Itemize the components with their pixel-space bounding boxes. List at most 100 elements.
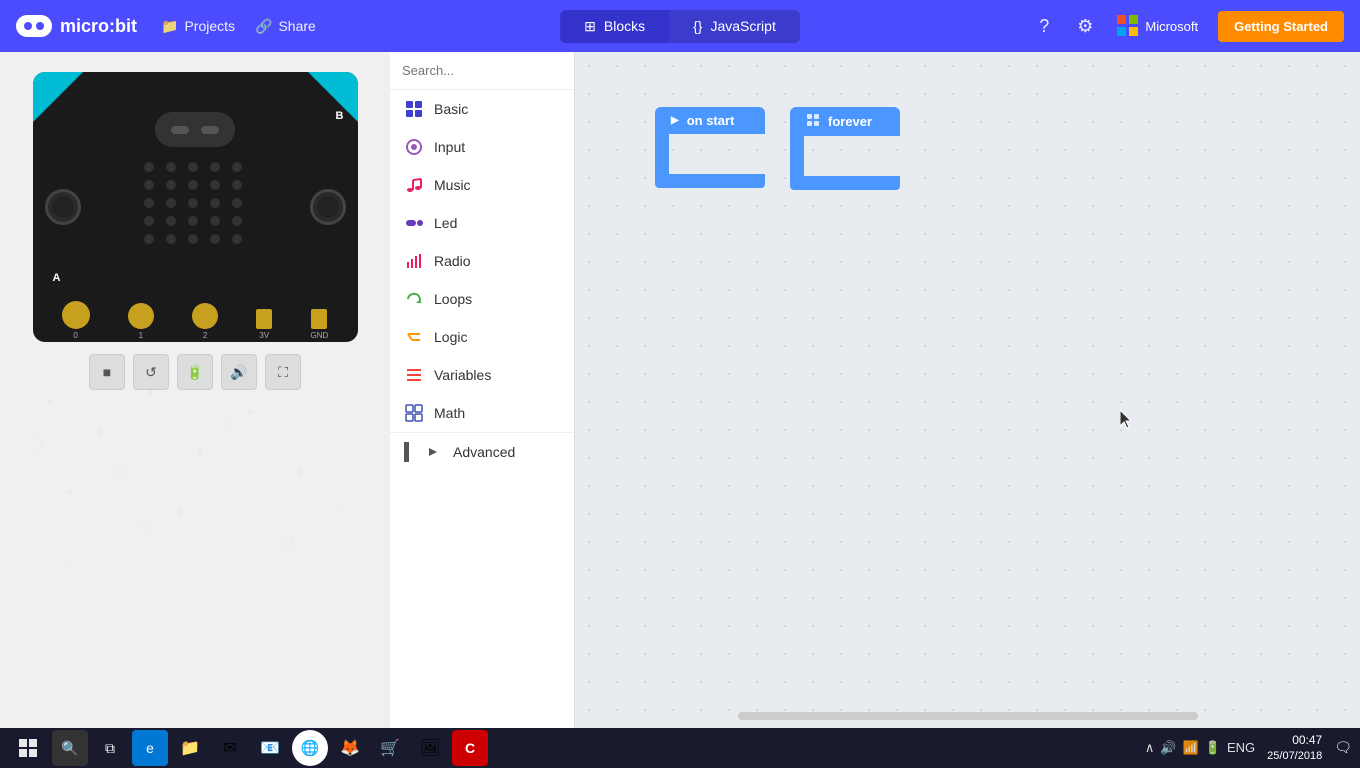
music-label: Music	[434, 177, 471, 193]
js-icon: {}	[693, 18, 702, 34]
taskbar-edge[interactable]: e	[132, 730, 168, 766]
sidebar-item-loops[interactable]: Loops	[390, 280, 574, 318]
search-input[interactable]	[402, 63, 578, 78]
music-icon	[404, 175, 424, 195]
on-start-icon: ▶	[671, 115, 679, 126]
blocks-workspace[interactable]: ▶ on start forever	[575, 52, 1360, 728]
basic-icon	[404, 99, 424, 119]
pin-2[interactable]: 2	[192, 303, 218, 340]
blocks-sidebar: 🔍 Basic Input Music Led	[390, 52, 575, 728]
svg-text:⊙: ⊙	[60, 556, 75, 576]
svg-text:0: 0	[220, 415, 231, 437]
outlook-icon: 📧	[260, 738, 280, 758]
led-0-0	[144, 162, 154, 172]
sidebar-item-basic[interactable]: Basic	[390, 90, 574, 128]
led-4-3	[210, 234, 220, 244]
logo[interactable]: micro:bit	[16, 15, 137, 37]
taskbar-app1[interactable]: 🦊	[332, 730, 368, 766]
taskbar-outlook[interactable]: 📧	[252, 730, 288, 766]
button-a-inner	[52, 196, 74, 218]
svg-text:|: |	[340, 499, 344, 516]
sidebar-item-math[interactable]: Math	[390, 394, 574, 432]
bg-svg: 0 0 0 ⊙ 0 ○ 0 ⊡ |	[0, 372, 390, 722]
simulator-panel: B	[0, 52, 390, 728]
on-start-inner	[669, 134, 749, 174]
getting-started-button[interactable]: Getting Started	[1218, 11, 1344, 42]
ms-squares-icon	[1117, 15, 1139, 37]
start-button[interactable]	[8, 728, 48, 768]
sidebar-item-logic[interactable]: Logic	[390, 318, 574, 356]
taskbar-search[interactable]: 🔍	[52, 730, 88, 766]
microsoft-logo[interactable]: Microsoft	[1117, 15, 1198, 37]
taskbar-mail[interactable]: ✉	[212, 730, 248, 766]
cursor	[1120, 410, 1132, 428]
files-icon: 📁	[180, 738, 200, 758]
firefox-icon: 🦊	[340, 738, 360, 758]
help-button[interactable]: ?	[1035, 12, 1053, 41]
led-label: Led	[434, 215, 457, 231]
taskbar-store[interactable]: 🛒	[372, 730, 408, 766]
taskbar-clock[interactable]: 00:47 25/07/2018	[1267, 733, 1322, 763]
input-label: Input	[434, 139, 465, 155]
radio-icon	[404, 251, 424, 271]
expand-tray-icon[interactable]: ∧	[1145, 740, 1155, 756]
led-icon	[404, 213, 424, 233]
input-icon	[404, 137, 424, 157]
on-start-bottom	[655, 174, 765, 188]
sidebar-item-radio[interactable]: Radio	[390, 242, 574, 280]
taskbar-photos[interactable]: 🖼	[412, 730, 448, 766]
language-label[interactable]: ENG	[1227, 740, 1255, 755]
sidebar-item-music[interactable]: Music	[390, 166, 574, 204]
button-b[interactable]	[310, 189, 346, 225]
network-icon[interactable]: 📶	[1183, 740, 1199, 756]
taskbar-chrome[interactable]: 🌐	[292, 730, 328, 766]
button-a[interactable]	[45, 189, 81, 225]
microbit-screen	[155, 112, 235, 147]
store-icon: 🛒	[380, 738, 400, 758]
forever-block[interactable]: forever	[790, 107, 900, 190]
decorative-background: 0 0 0 ⊙ 0 ○ 0 ⊡ |	[0, 372, 390, 728]
workspace-scrollbar[interactable]	[738, 712, 1198, 720]
mode-tabs: ⊞ Blocks {} JavaScript	[560, 10, 800, 43]
on-start-block[interactable]: ▶ on start	[655, 107, 765, 188]
nav-share[interactable]: 🔗 Share	[255, 18, 316, 35]
led-4-2	[188, 234, 198, 244]
share-icon: 🔗	[255, 18, 272, 35]
sidebar-item-advanced[interactable]: Advanced	[390, 432, 574, 471]
sidebar-item-input[interactable]: Input	[390, 128, 574, 166]
pins-area: 0 1 2 3V GND	[33, 301, 358, 340]
battery-sys-icon[interactable]: 🔋	[1205, 740, 1221, 756]
led-4-1	[166, 234, 176, 244]
mail-icon: ✉	[223, 738, 236, 758]
forever-label: forever	[828, 114, 872, 129]
notifications-icon[interactable]: 🗨	[1334, 739, 1352, 756]
sidebar-item-led[interactable]: Led	[390, 204, 574, 242]
pin-3v: 3V	[256, 309, 272, 340]
sidebar-item-variables[interactable]: Variables	[390, 356, 574, 394]
forever-inner	[804, 136, 884, 176]
svg-text:0: 0	[90, 639, 99, 656]
search-taskbar-icon: 🔍	[61, 740, 78, 757]
advanced-chevron-icon	[423, 442, 443, 462]
pin-0[interactable]: 0	[62, 301, 90, 340]
taskbar-red-app[interactable]: C	[452, 730, 488, 766]
settings-button[interactable]: ⚙	[1073, 12, 1097, 41]
nav-projects[interactable]: 📁 Projects	[161, 18, 235, 35]
variables-icon	[404, 365, 424, 385]
microbit-device: B	[33, 72, 358, 342]
taskbar-task-view[interactable]: ⧉	[92, 730, 128, 766]
logic-icon	[404, 327, 424, 347]
folder-icon: 📁	[161, 18, 178, 35]
system-icons: ∧ 🔊 📶 🔋 ENG	[1145, 740, 1255, 756]
taskbar-files[interactable]: 📁	[172, 730, 208, 766]
volume-icon[interactable]: 🔊	[1160, 740, 1176, 756]
forever-bottom	[790, 176, 900, 190]
on-start-label: on start	[687, 113, 735, 128]
nav-right-items: ? ⚙ Microsoft Getting Started	[1035, 11, 1344, 42]
javascript-tab[interactable]: {} JavaScript	[669, 10, 800, 43]
svg-text:0: 0	[280, 528, 294, 558]
advanced-accent	[404, 442, 409, 462]
pin-1[interactable]: 1	[128, 303, 154, 340]
blocks-tab[interactable]: ⊞ Blocks	[560, 10, 669, 43]
forever-left-side	[790, 136, 804, 176]
